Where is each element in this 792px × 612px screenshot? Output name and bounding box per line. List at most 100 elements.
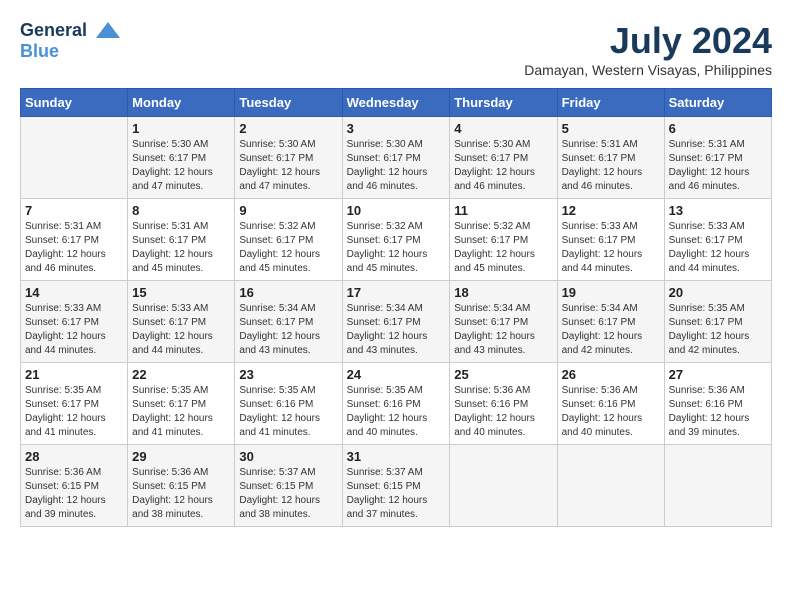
page-header: General Blue July 2024 Damayan, Western … (20, 20, 772, 78)
day-number: 25 (454, 367, 552, 382)
day-info: Sunrise: 5:32 AMSunset: 6:17 PMDaylight:… (239, 220, 337, 276)
day-number: 27 (669, 367, 767, 382)
day-number: 16 (239, 285, 337, 300)
calendar-week-row: 21 Sunrise: 5:35 AMSunset: 6:17 PMDayligh… (21, 363, 772, 445)
day-number: 30 (239, 449, 337, 464)
day-info: Sunrise: 5:30 AMSunset: 6:17 PMDaylight:… (132, 138, 230, 194)
calendar-cell: 16 Sunrise: 5:34 AMSunset: 6:17 PMDayligh… (235, 281, 342, 363)
day-number: 10 (347, 203, 446, 218)
day-info: Sunrise: 5:30 AMSunset: 6:17 PMDaylight:… (454, 138, 552, 194)
logo: General Blue (20, 20, 122, 62)
calendar-cell: 13Sunrise: 5:33 AMSunset: 6:17 PMDayligh… (664, 199, 771, 281)
day-number: 5 (562, 121, 660, 136)
calendar-cell: 17 Sunrise: 5:34 AMSunset: 6:17 PMDayligh… (342, 281, 450, 363)
day-number: 17 (347, 285, 446, 300)
day-info: Sunrise: 5:31 AMSunset: 6:17 PMDaylight:… (669, 138, 767, 194)
calendar-cell: 8 Sunrise: 5:31 AMSunset: 6:17 PMDaylight… (128, 199, 235, 281)
calendar-cell: 30 Sunrise: 5:37 AMSunset: 6:15 PMDayligh… (235, 445, 342, 527)
calendar-cell: 18Sunrise: 5:34 AMSunset: 6:17 PMDayligh… (450, 281, 557, 363)
header-row: Sunday Monday Tuesday Wednesday Thursday… (21, 89, 772, 117)
calendar-cell: 27Sunrise: 5:36 AMSunset: 6:16 PMDayligh… (664, 363, 771, 445)
calendar-cell: 31 Sunrise: 5:37 AMSunset: 6:15 PMDayligh… (342, 445, 450, 527)
day-number: 8 (132, 203, 230, 218)
day-number: 31 (347, 449, 446, 464)
day-number: 20 (669, 285, 767, 300)
day-number: 13 (669, 203, 767, 218)
day-info: Sunrise: 5:31 AMSunset: 6:17 PMDaylight:… (132, 220, 230, 276)
calendar-cell (21, 117, 128, 199)
day-number: 15 (132, 285, 230, 300)
calendar-cell: 23 Sunrise: 5:35 AMSunset: 6:16 PMDayligh… (235, 363, 342, 445)
calendar-cell: 22 Sunrise: 5:35 AMSunset: 6:17 PMDayligh… (128, 363, 235, 445)
day-info: Sunrise: 5:32 AMSunset: 6:17 PMDaylight:… (454, 220, 552, 276)
calendar-cell: 4 Sunrise: 5:30 AMSunset: 6:17 PMDaylight… (450, 117, 557, 199)
calendar-week-row: 28 Sunrise: 5:36 AMSunset: 6:15 PMDayligh… (21, 445, 772, 527)
calendar-cell: 21Sunrise: 5:35 AMSunset: 6:17 PMDayligh… (21, 363, 128, 445)
day-number: 14 (25, 285, 123, 300)
location-subtitle: Damayan, Western Visayas, Philippines (524, 62, 772, 78)
calendar-week-row: 1Sunrise: 5:30 AMSunset: 6:17 PMDaylight… (21, 117, 772, 199)
calendar-week-row: 7Sunrise: 5:31 AMSunset: 6:17 PMDaylight… (21, 199, 772, 281)
day-info: Sunrise: 5:35 AMSunset: 6:17 PMDaylight:… (669, 302, 767, 358)
calendar-cell (450, 445, 557, 527)
calendar-cell: 25Sunrise: 5:36 AMSunset: 6:16 PMDayligh… (450, 363, 557, 445)
calendar-table: Sunday Monday Tuesday Wednesday Thursday… (20, 88, 772, 527)
header-sunday: Sunday (21, 89, 128, 117)
day-number: 29 (132, 449, 230, 464)
header-saturday: Saturday (664, 89, 771, 117)
day-number: 12 (562, 203, 660, 218)
calendar-cell: 26 Sunrise: 5:36 AMSunset: 6:16 PMDayligh… (557, 363, 664, 445)
calendar-cell: 9 Sunrise: 5:32 AMSunset: 6:17 PMDaylight… (235, 199, 342, 281)
calendar-week-row: 14 Sunrise: 5:33 AMSunset: 6:17 PMDayligh… (21, 281, 772, 363)
calendar-cell: 20 Sunrise: 5:35 AMSunset: 6:17 PMDayligh… (664, 281, 771, 363)
header-wednesday: Wednesday (342, 89, 450, 117)
month-year-title: July 2024 (524, 20, 772, 62)
day-number: 19 (562, 285, 660, 300)
day-info: Sunrise: 5:33 AMSunset: 6:17 PMDaylight:… (25, 302, 123, 358)
header-monday: Monday (128, 89, 235, 117)
calendar-cell: 24Sunrise: 5:35 AMSunset: 6:16 PMDayligh… (342, 363, 450, 445)
day-number: 26 (562, 367, 660, 382)
day-info: Sunrise: 5:35 AMSunset: 6:17 PMDaylight:… (132, 384, 230, 440)
day-info: Sunrise: 5:36 AMSunset: 6:16 PMDaylight:… (562, 384, 660, 440)
calendar-cell: 11Sunrise: 5:32 AMSunset: 6:17 PMDayligh… (450, 199, 557, 281)
header-tuesday: Tuesday (235, 89, 342, 117)
day-number: 2 (239, 121, 337, 136)
calendar-cell: 6 Sunrise: 5:31 AMSunset: 6:17 PMDaylight… (664, 117, 771, 199)
day-info: Sunrise: 5:34 AMSunset: 6:17 PMDaylight:… (562, 302, 660, 358)
header-thursday: Thursday (450, 89, 557, 117)
day-info: Sunrise: 5:37 AMSunset: 6:15 PMDaylight:… (347, 466, 446, 522)
day-info: Sunrise: 5:37 AMSunset: 6:15 PMDaylight:… (239, 466, 337, 522)
day-info: Sunrise: 5:36 AMSunset: 6:15 PMDaylight:… (132, 466, 230, 522)
logo-icon (94, 20, 122, 42)
day-info: Sunrise: 5:32 AMSunset: 6:17 PMDaylight:… (347, 220, 446, 276)
day-number: 23 (239, 367, 337, 382)
day-number: 21 (25, 367, 123, 382)
calendar-cell: 28 Sunrise: 5:36 AMSunset: 6:15 PMDayligh… (21, 445, 128, 527)
day-info: Sunrise: 5:34 AMSunset: 6:17 PMDaylight:… (347, 302, 446, 358)
logo-text: General Blue (20, 20, 122, 62)
calendar-cell: 10 Sunrise: 5:32 AMSunset: 6:17 PMDayligh… (342, 199, 450, 281)
day-number: 6 (669, 121, 767, 136)
calendar-cell: 7Sunrise: 5:31 AMSunset: 6:17 PMDaylight… (21, 199, 128, 281)
calendar-cell: 3Sunrise: 5:30 AMSunset: 6:17 PMDaylight… (342, 117, 450, 199)
header-friday: Friday (557, 89, 664, 117)
day-info: Sunrise: 5:33 AMSunset: 6:17 PMDaylight:… (132, 302, 230, 358)
day-number: 18 (454, 285, 552, 300)
day-number: 22 (132, 367, 230, 382)
calendar-cell: 14 Sunrise: 5:33 AMSunset: 6:17 PMDayligh… (21, 281, 128, 363)
day-info: Sunrise: 5:36 AMSunset: 6:15 PMDaylight:… (25, 466, 123, 522)
calendar-header: Sunday Monday Tuesday Wednesday Thursday… (21, 89, 772, 117)
calendar-cell: 5 Sunrise: 5:31 AMSunset: 6:17 PMDaylight… (557, 117, 664, 199)
day-info: Sunrise: 5:33 AMSunset: 6:17 PMDaylight:… (562, 220, 660, 276)
calendar-body: 1Sunrise: 5:30 AMSunset: 6:17 PMDaylight… (21, 117, 772, 527)
day-number: 4 (454, 121, 552, 136)
day-info: Sunrise: 5:31 AMSunset: 6:17 PMDaylight:… (562, 138, 660, 194)
day-info: Sunrise: 5:30 AMSunset: 6:17 PMDaylight:… (347, 138, 446, 194)
day-number: 28 (25, 449, 123, 464)
day-number: 9 (239, 203, 337, 218)
day-info: Sunrise: 5:34 AMSunset: 6:17 PMDaylight:… (239, 302, 337, 358)
calendar-cell: 1Sunrise: 5:30 AMSunset: 6:17 PMDaylight… (128, 117, 235, 199)
day-info: Sunrise: 5:35 AMSunset: 6:16 PMDaylight:… (239, 384, 337, 440)
day-number: 24 (347, 367, 446, 382)
